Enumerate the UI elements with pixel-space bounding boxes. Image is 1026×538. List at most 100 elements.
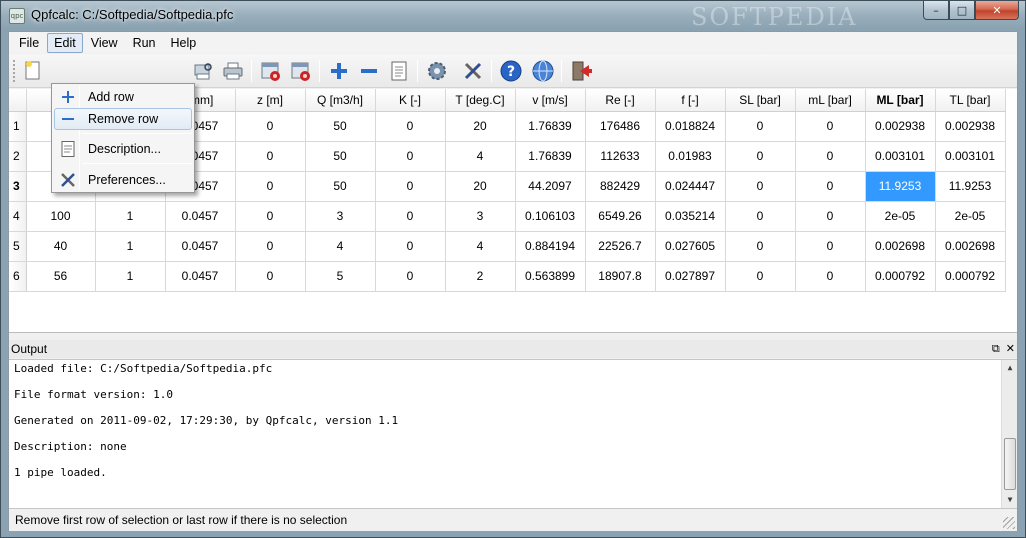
table-cell[interactable]: 1 <box>95 231 166 262</box>
table-cell[interactable]: 0 <box>795 141 866 172</box>
maximize-button[interactable]: □ <box>949 1 975 20</box>
table-row[interactable]: 4 100 1 0.0457 0 3 0 3 0.106103 6549.26 0.035214 0 0… <box>9 201 1006 232</box>
table-cell[interactable]: 3 <box>305 201 376 232</box>
table-cell[interactable]: 20 <box>445 171 516 202</box>
row-header[interactable]: 4 <box>9 201 27 232</box>
menu-run[interactable]: Run <box>126 33 163 53</box>
table-cell[interactable]: 0 <box>795 231 866 262</box>
table-cell[interactable]: 56 <box>26 261 96 292</box>
table-cell[interactable]: 11.9253 <box>935 171 1006 202</box>
table-cell[interactable]: 4 <box>305 231 376 262</box>
float-dock-icon[interactable]: ⧉ <box>992 340 1000 358</box>
menu-item-description[interactable]: Description... <box>54 138 192 160</box>
title-bar[interactable]: qpc Qpfcalc: C:/Softpedia/Softpedia.pfc … <box>1 1 1025 31</box>
table-cell[interactable]: 0 <box>235 231 306 262</box>
column-header[interactable]: mL [bar] <box>795 89 866 112</box>
corner-cell[interactable] <box>9 89 27 112</box>
row-header[interactable]: 3 <box>9 171 27 202</box>
table-cell[interactable]: 5 <box>305 261 376 292</box>
print-icon[interactable] <box>221 60 245 82</box>
table-cell[interactable]: 0 <box>375 201 446 232</box>
table-cell[interactable]: 3 <box>445 201 516 232</box>
table-cell[interactable]: 0.024447 <box>655 171 726 202</box>
table-cell[interactable]: 0 <box>795 111 866 142</box>
settings-gear-icon[interactable] <box>425 60 449 82</box>
minimize-button[interactable]: – <box>923 1 949 20</box>
table-cell[interactable]: 0 <box>795 201 866 232</box>
close-dock-icon[interactable]: ✕ <box>1006 340 1015 358</box>
table-cell[interactable]: 112633 <box>585 141 656 172</box>
table-cell[interactable]: 2e-05 <box>935 201 1006 232</box>
table-cell[interactable]: 6549.26 <box>585 201 656 232</box>
add-row-icon[interactable] <box>327 60 351 82</box>
column-header[interactable]: z [m] <box>235 89 306 112</box>
table-cell[interactable]: 0 <box>235 111 306 142</box>
row-header[interactable]: 5 <box>9 231 27 262</box>
scroll-down-icon[interactable]: ▼ <box>1002 492 1018 508</box>
table-cell[interactable]: 0.035214 <box>655 201 726 232</box>
table-cell[interactable]: 0 <box>375 171 446 202</box>
table-cell[interactable]: 0 <box>725 261 796 292</box>
table-cell[interactable]: 18907.8 <box>585 261 656 292</box>
table-cell[interactable]: 0.002698 <box>865 231 936 262</box>
table-cell[interactable]: 1 <box>95 201 166 232</box>
column-header[interactable]: T [deg.C] <box>445 89 516 112</box>
table-cell[interactable]: 1 <box>95 261 166 292</box>
table-cell[interactable]: 0 <box>235 261 306 292</box>
table-cell[interactable]: 0 <box>725 171 796 202</box>
menu-item-add-row[interactable]: Add row <box>54 86 192 108</box>
help-icon[interactable]: ? <box>499 60 523 82</box>
table-cell[interactable]: 50 <box>305 141 376 172</box>
table-cell[interactable]: 882429 <box>585 171 656 202</box>
output-scrollbar[interactable]: ▲ ▼ <box>1001 360 1017 508</box>
table-cell[interactable]: 0.002938 <box>935 111 1006 142</box>
column-header[interactable]: Q [m3/h] <box>305 89 376 112</box>
menu-edit[interactable]: Edit <box>47 32 83 53</box>
column-header[interactable]: v [m/s] <box>515 89 586 112</box>
row-header[interactable]: 6 <box>9 261 27 292</box>
table-cell[interactable]: 0.002938 <box>865 111 936 142</box>
table-cell[interactable]: 0 <box>235 171 306 202</box>
table-cell[interactable]: 0 <box>725 141 796 172</box>
table-cell[interactable]: 4 <box>445 231 516 262</box>
table-cell[interactable]: 2e-05 <box>865 201 936 232</box>
remove-row-icon[interactable] <box>357 60 381 82</box>
export-pdf-icon[interactable] <box>259 60 283 82</box>
table-cell[interactable]: 0.000792 <box>935 261 1006 292</box>
close-button[interactable]: ✕ <box>975 1 1019 20</box>
toolbar-grip[interactable] <box>13 60 16 82</box>
table-cell[interactable]: 0 <box>795 261 866 292</box>
output-dock-title[interactable]: Output ⧉ ✕ <box>9 340 1017 358</box>
table-cell[interactable]: 0.0457 <box>165 201 236 232</box>
table-cell[interactable]: 0 <box>795 171 866 202</box>
table-cell[interactable]: 1.76839 <box>515 111 586 142</box>
table-cell[interactable]: 0 <box>375 141 446 172</box>
preferences-tools-icon[interactable] <box>461 60 485 82</box>
table-cell[interactable]: 20 <box>445 111 516 142</box>
table-cell[interactable]: 44.2097 <box>515 171 586 202</box>
table-cell[interactable]: 0.002698 <box>935 231 1006 262</box>
print-preview-icon[interactable] <box>191 60 215 82</box>
row-header[interactable]: 1 <box>9 111 27 142</box>
table-cell[interactable]: 0 <box>725 231 796 262</box>
new-file-icon[interactable] <box>21 60 45 82</box>
table-cell[interactable]: 176486 <box>585 111 656 142</box>
export-icon[interactable] <box>289 60 313 82</box>
description-icon[interactable] <box>387 60 411 82</box>
resize-grip-icon[interactable] <box>1003 517 1015 529</box>
table-cell[interactable]: 50 <box>305 171 376 202</box>
menu-view[interactable]: View <box>84 33 125 53</box>
menu-item-remove-row[interactable]: Remove row <box>54 108 192 130</box>
menu-file[interactable]: File <box>12 33 46 53</box>
table-cell[interactable]: 0 <box>725 111 796 142</box>
table-cell[interactable]: 0.0457 <box>165 261 236 292</box>
table-cell[interactable]: 0.027897 <box>655 261 726 292</box>
table-cell[interactable]: 0.563899 <box>515 261 586 292</box>
quit-icon[interactable] <box>569 60 593 82</box>
table-cell[interactable]: 0 <box>375 261 446 292</box>
table-cell[interactable]: 4 <box>445 141 516 172</box>
table-cell[interactable]: 2 <box>445 261 516 292</box>
column-header[interactable]: f [-] <box>655 89 726 112</box>
column-header[interactable]: Re [-] <box>585 89 656 112</box>
table-cell[interactable]: 0.0457 <box>165 231 236 262</box>
